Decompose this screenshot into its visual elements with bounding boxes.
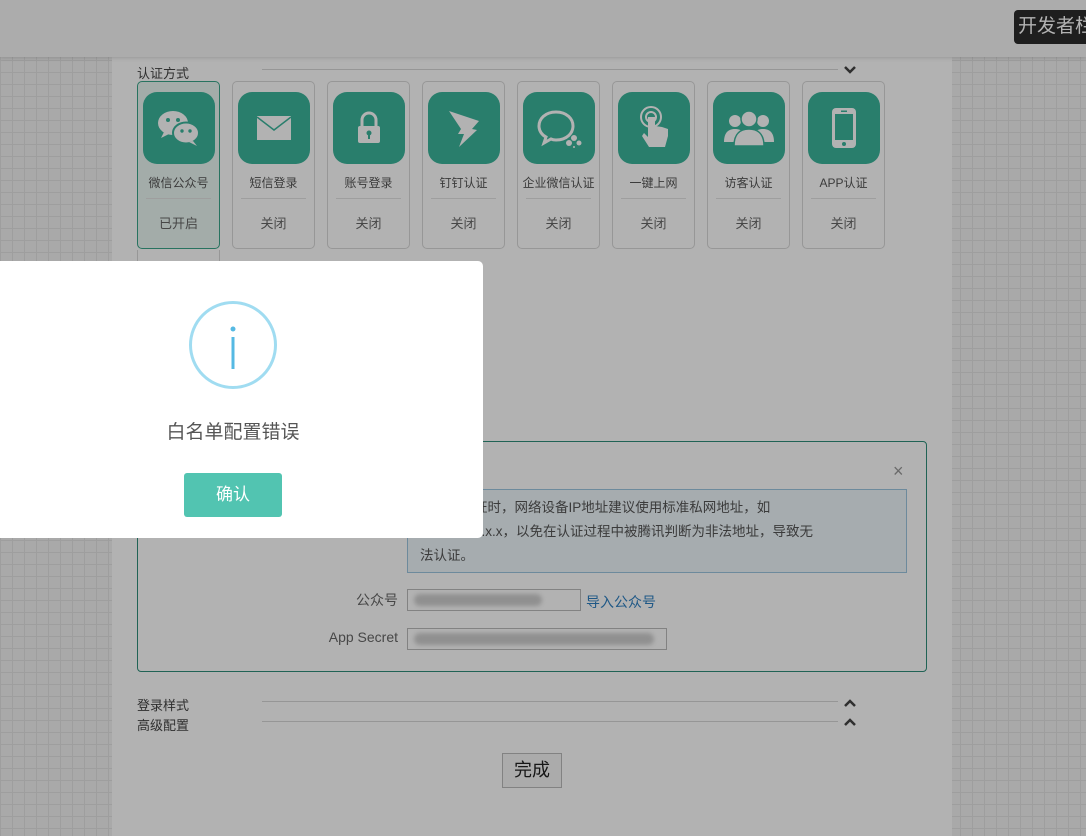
confirm-button[interactable]: 确认 xyxy=(184,473,282,517)
info-icon xyxy=(189,301,277,389)
dialog-message: 白名单配置错误 xyxy=(166,422,300,443)
alert-dialog: 白名单配置错误 确认 xyxy=(0,261,483,538)
